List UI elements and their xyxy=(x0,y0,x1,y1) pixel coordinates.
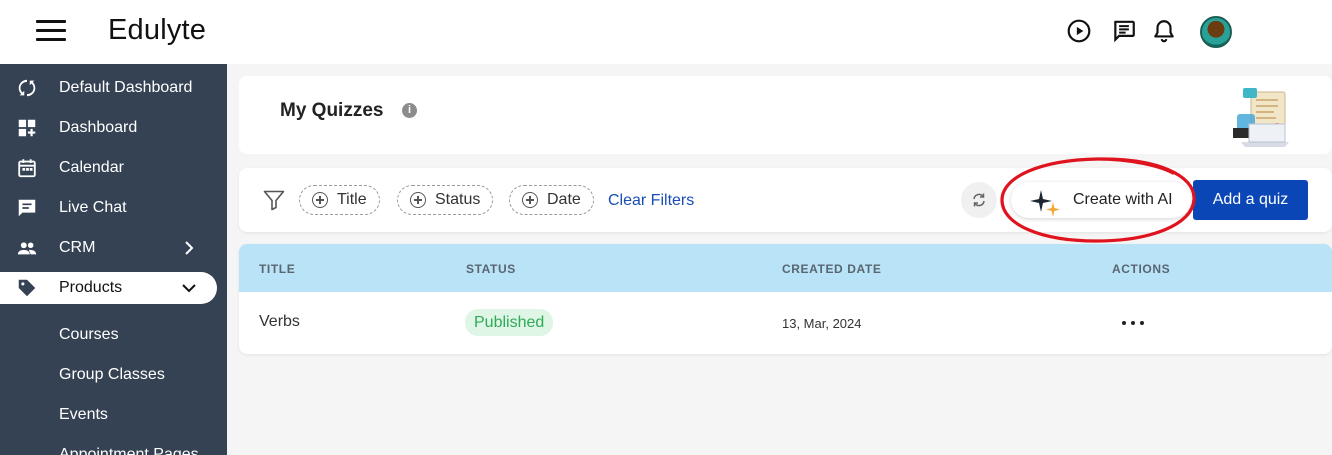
quiz-illustration-icon xyxy=(1233,88,1289,147)
chip-label: Status xyxy=(435,191,481,208)
refresh-icon xyxy=(973,193,985,207)
tag-icon xyxy=(18,279,36,297)
sidebar-item-label: CRM xyxy=(59,239,96,256)
create-with-ai-label: Create with AI xyxy=(1073,191,1173,208)
messages-icon[interactable] xyxy=(1111,18,1137,44)
refresh-button[interactable] xyxy=(961,182,997,218)
sidebar-subitem-events[interactable]: Events xyxy=(59,406,108,424)
sidebar-item-dashboard[interactable]: Dashboard xyxy=(0,112,217,144)
chevron-right-icon xyxy=(185,241,194,255)
add-circle-icon xyxy=(410,192,426,208)
sidebar-item-label: Dashboard xyxy=(59,119,138,136)
table-header: TITLE STATUS CREATED DATE ACTIONS xyxy=(239,244,1332,292)
filter-chip-title[interactable]: Title xyxy=(299,185,380,215)
sidebar-item-label: Calendar xyxy=(59,159,124,176)
brand-name: Edulyte xyxy=(108,14,207,46)
main-content: My Quizzes i Title Status Date Clear Fil… xyxy=(227,64,1332,455)
clear-filters-link[interactable]: Clear Filters xyxy=(608,192,694,210)
add-circle-icon xyxy=(522,192,538,208)
quizzes-table: TITLE STATUS CREATED DATE ACTIONS Verbs … xyxy=(239,244,1332,354)
add-quiz-button[interactable]: Add a quiz xyxy=(1193,180,1308,220)
sidebar-item-default-dashboard[interactable]: Default Dashboard xyxy=(0,72,217,104)
top-bar: Edulyte xyxy=(0,0,1332,64)
sidebar-item-products[interactable]: Products xyxy=(0,272,217,304)
sidebar-item-crm[interactable]: CRM xyxy=(0,232,217,264)
status-badge: Published xyxy=(465,309,554,336)
sidebar-item-calendar[interactable]: Calendar xyxy=(0,152,217,184)
sparkles-icon xyxy=(1030,190,1060,217)
menu-icon[interactable] xyxy=(36,20,66,44)
dashboard-add-icon xyxy=(18,119,36,137)
create-with-ai-button[interactable]: Create with AI xyxy=(1011,182,1191,218)
column-header-created-date[interactable]: CREATED DATE xyxy=(782,262,881,276)
notifications-bell-icon[interactable] xyxy=(1151,18,1177,44)
info-icon[interactable]: i xyxy=(402,103,417,118)
people-icon xyxy=(17,242,37,255)
page-title: My Quizzes xyxy=(280,100,384,121)
sidebar-item-label: Products xyxy=(59,279,123,296)
column-header-title[interactable]: TITLE xyxy=(259,262,295,276)
dashboard-swap-icon xyxy=(18,79,36,97)
sidebar-subitem-group-classes[interactable]: Group Classes xyxy=(59,366,165,384)
column-header-status[interactable]: STATUS xyxy=(466,262,516,276)
page-header-card: My Quizzes i xyxy=(239,76,1332,154)
chip-label: Title xyxy=(337,191,367,208)
sidebar-item-live-chat[interactable]: Live Chat xyxy=(0,192,217,224)
play-circle-icon[interactable] xyxy=(1066,18,1092,44)
created-date-cell: 13, Mar, 2024 xyxy=(782,316,862,331)
filter-icon[interactable] xyxy=(262,188,286,212)
filter-chip-date[interactable]: Date xyxy=(509,185,594,215)
add-circle-icon xyxy=(312,192,328,208)
more-actions-icon[interactable] xyxy=(1119,314,1147,332)
user-avatar[interactable] xyxy=(1200,16,1232,48)
quiz-title-cell[interactable]: Verbs xyxy=(259,313,300,331)
calendar-icon xyxy=(18,159,36,178)
sidebar: Default Dashboard Dashboard Calendar Liv… xyxy=(0,64,227,455)
sidebar-item-label: Default Dashboard xyxy=(59,79,193,96)
sidebar-item-label: Live Chat xyxy=(59,199,127,216)
column-header-actions: ACTIONS xyxy=(1112,262,1171,276)
filter-bar: Title Status Date Clear Filters Create w… xyxy=(239,168,1332,232)
chip-label: Date xyxy=(547,191,581,208)
sidebar-subitem-courses[interactable]: Courses xyxy=(59,326,119,344)
sidebar-subitem-appointment-pages[interactable]: Appointment Pages xyxy=(59,446,199,455)
chat-icon xyxy=(18,199,36,217)
filter-chip-status[interactable]: Status xyxy=(397,185,494,215)
chevron-down-icon xyxy=(182,284,196,293)
